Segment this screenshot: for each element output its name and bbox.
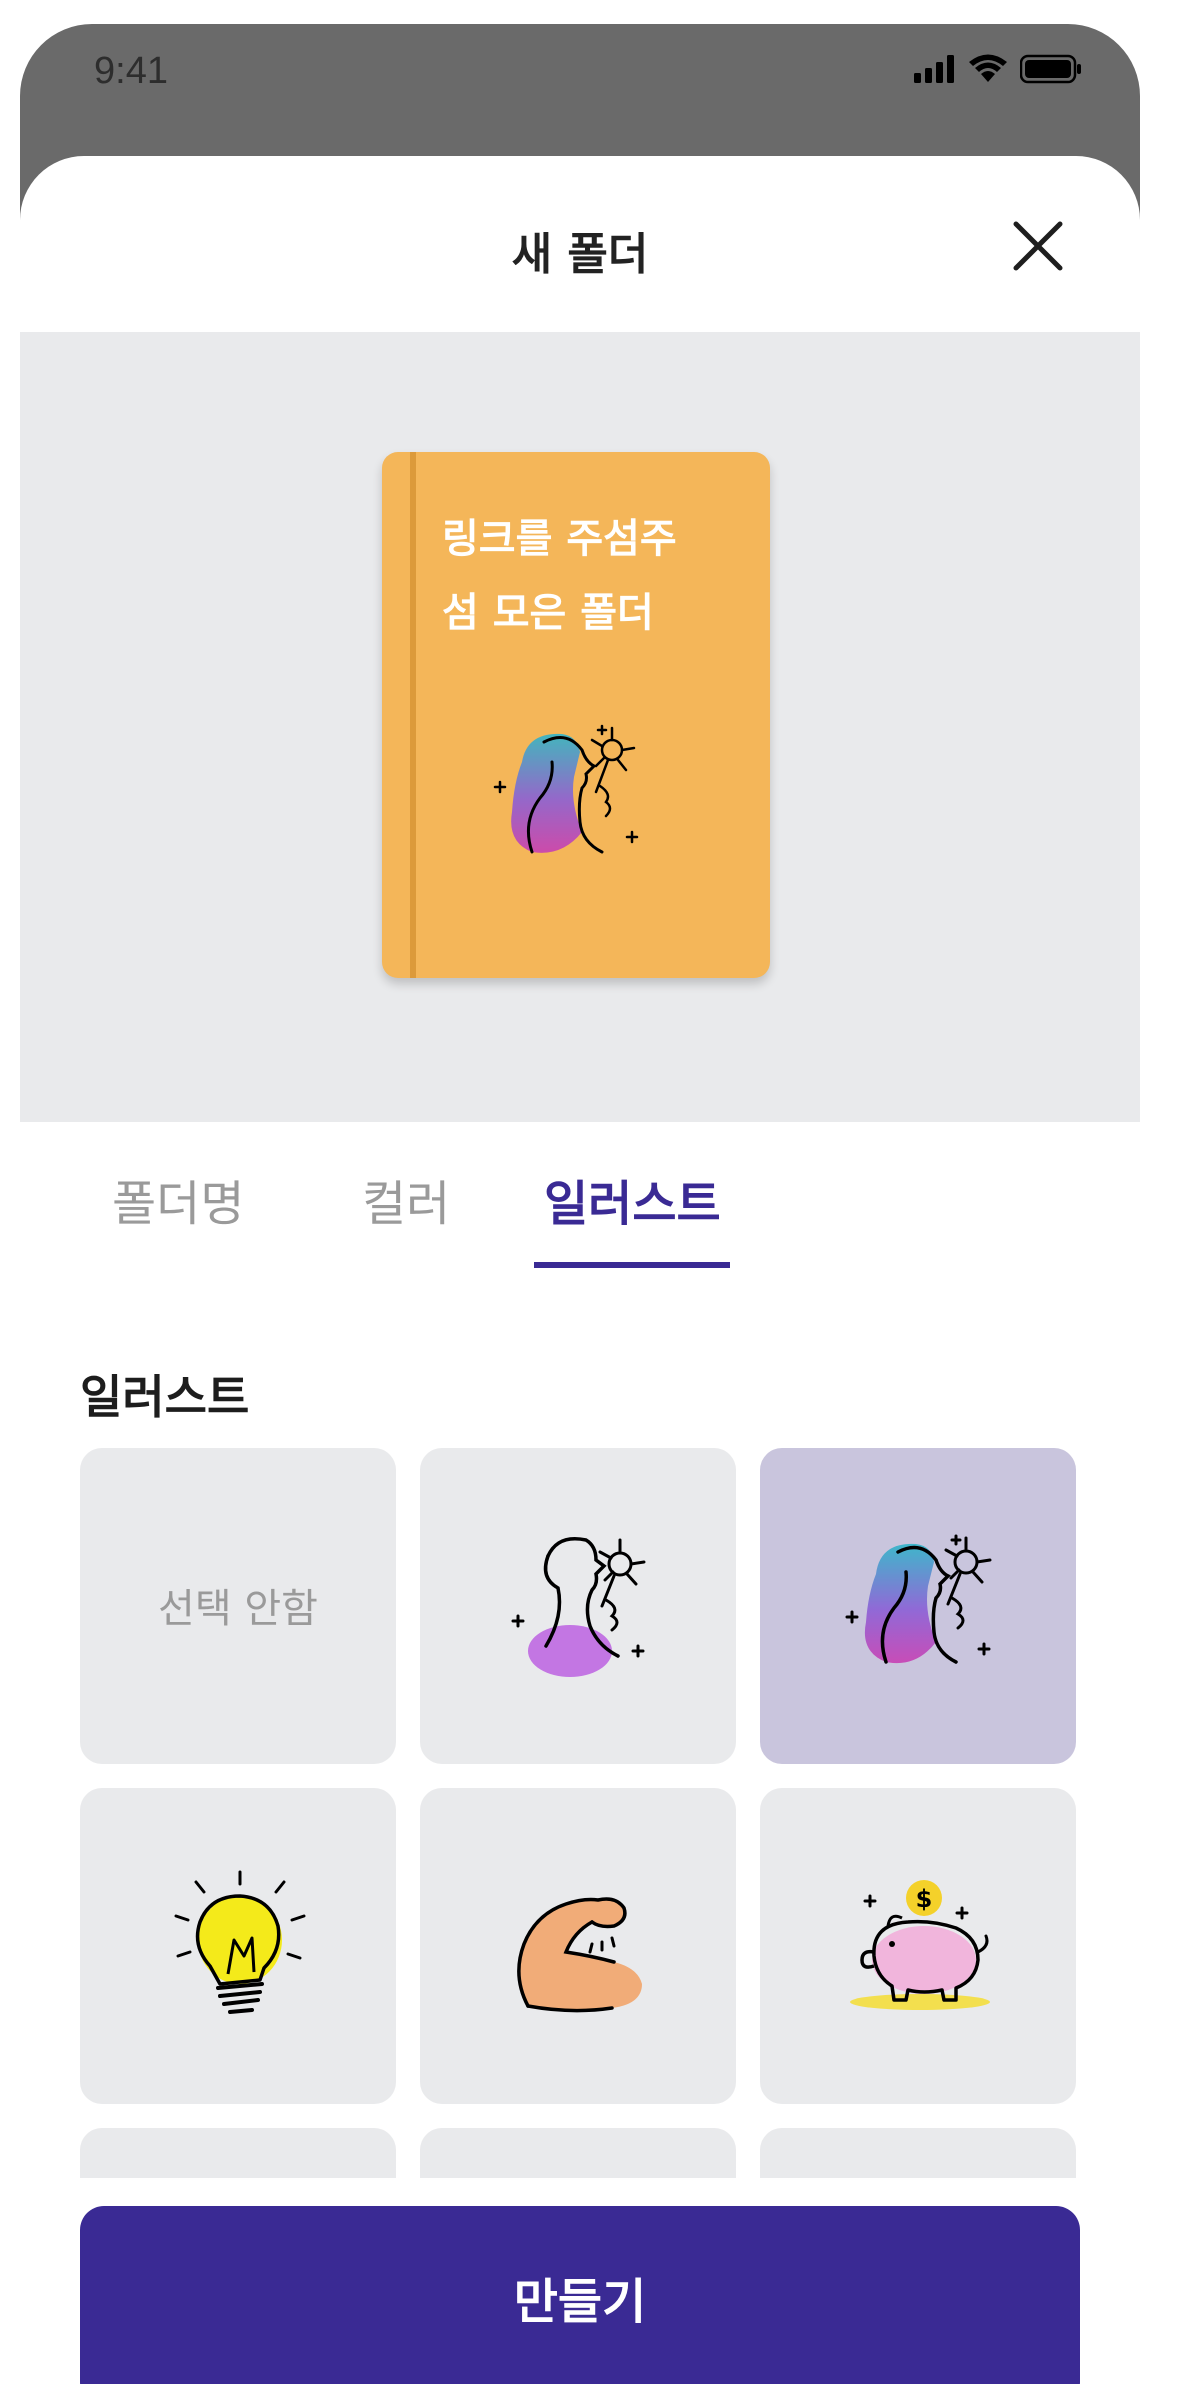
folder-title-line-1: 링크를 주섬주 — [442, 516, 677, 562]
status-icons — [914, 54, 1082, 84]
illustration-tile-piggy-bank[interactable]: $ — [760, 1788, 1076, 2104]
woman-flower-illustration — [493, 724, 639, 854]
sheet-header: 새 폴더 — [20, 156, 1140, 332]
status-time: 9:41 — [94, 50, 168, 92]
illustration-tile-8[interactable] — [420, 2128, 736, 2178]
illustration-tile-woman-flower-gradient[interactable] — [760, 1448, 1076, 1764]
bottom-sheet: 새 폴더 링크를 주섬주 섬 모은 폴더 폴더명 컬러 일러스트 일러스트 선택… — [20, 156, 1140, 2384]
woman-flower-gradient-icon — [845, 1534, 992, 1664]
tab-bar: 폴더명 컬러 일러스트 — [20, 1122, 1140, 1272]
none-label: 선택 안함 — [158, 1586, 318, 1632]
close-button[interactable] — [1010, 218, 1066, 274]
flexed-arm-icon — [517, 1897, 642, 2013]
battery-icon — [1020, 54, 1081, 84]
illustration-grid: 선택 안함 $ — [20, 1448, 1140, 2178]
active-tab-indicator — [534, 1262, 730, 1268]
close-icon — [1013, 221, 1063, 271]
illustration-tile-flexed-arm[interactable] — [420, 1788, 736, 2104]
wifi-icon — [969, 54, 1007, 82]
illustration-tile-woman-flower[interactable] — [420, 1448, 736, 1764]
signal-icon — [914, 55, 954, 83]
section-title: 일러스트 — [80, 1370, 250, 1424]
tab-color[interactable]: 컬러 — [362, 1164, 450, 1234]
folder-spine — [410, 452, 416, 978]
lightbulb-icon — [174, 1870, 306, 2014]
illustration-tile-7[interactable] — [80, 2128, 396, 2178]
tab-illustration[interactable]: 일러스트 — [544, 1164, 721, 1234]
tab-folder-name[interactable]: 폴더명 — [112, 1164, 244, 1234]
folder-preview: 링크를 주섬주 섬 모은 폴더 — [382, 452, 770, 978]
illustration-tile-lightbulb[interactable] — [80, 1788, 396, 2104]
illustration-none-tile[interactable]: 선택 안함 — [80, 1448, 396, 1764]
folder-title-line-2: 섬 모은 폴더 — [442, 590, 654, 636]
folder-preview-area: 링크를 주섬주 섬 모은 폴더 — [20, 332, 1140, 1122]
create-button[interactable]: 만들기 — [80, 2206, 1080, 2384]
sheet-title: 새 폴더 — [511, 229, 649, 280]
illustration-tile-9[interactable] — [760, 2128, 1076, 2178]
phone-frame: 9:41 새 폴더 링크를 주섬주 섬 모은 폴더 폴더명 컬러 일러스트 일러… — [20, 24, 1140, 2384]
status-bar: 9:41 — [20, 24, 1140, 154]
piggy-bank-icon: $ — [850, 1880, 990, 2010]
folder-preview-title: 링크를 주섬주 섬 모은 폴더 — [442, 502, 742, 650]
woman-flower-purple-icon — [511, 1537, 646, 1677]
create-button-label: 만들기 — [513, 2274, 647, 2330]
svg-text:$: $ — [916, 1885, 933, 1913]
